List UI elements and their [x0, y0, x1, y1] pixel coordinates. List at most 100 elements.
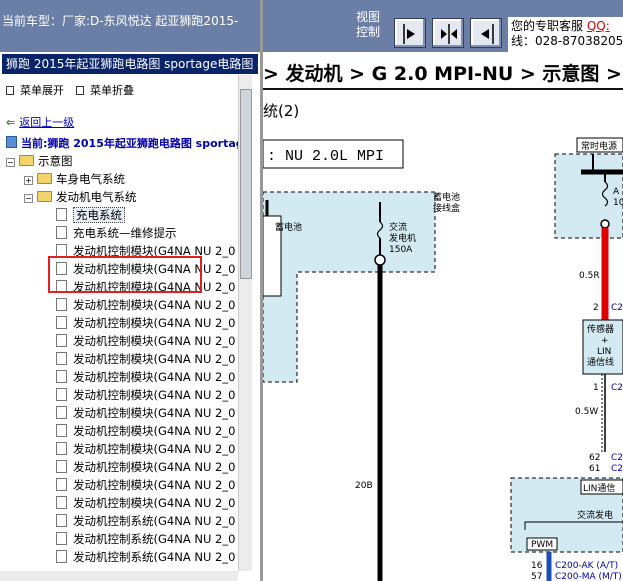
- tree-item[interactable]: 发动机控制模块(G4NA NU 2_0: [56, 440, 235, 458]
- expand-all-button[interactable]: 菜单展开: [6, 82, 64, 98]
- tree-item-label: 充电系统—维修提示: [73, 226, 177, 240]
- tree-item-label: 发动机控制模块(G4NA NU 2_0: [73, 478, 236, 492]
- tree-item[interactable]: 发动机控制模块(G4NA NU 2_0: [56, 404, 235, 422]
- expand-all-label: 菜单展开: [20, 84, 64, 97]
- tree-item-label: 发动机控制模块(G4NA NU 2_0: [73, 406, 236, 420]
- scrollbar-thumb[interactable]: [240, 89, 252, 279]
- page-icon: [56, 406, 67, 419]
- top-toolbar: 当前车型：厂家:D-东风悦达 起亚狮跑2015- 视图 控制 您的专职客服 QQ…: [0, 0, 623, 52]
- collapse-toggle-icon[interactable]: −: [6, 158, 15, 167]
- tree-item-label: 发动机控制模块(G4NA NU 2_0: [73, 316, 236, 330]
- prev-button[interactable]: [470, 18, 502, 48]
- page-icon: [56, 226, 67, 239]
- tree-item-label: 发动机控制模块(G4NA NU 2_0: [73, 334, 236, 348]
- current-path: 当前:狮跑 2015年起亚狮跑电路图 sportage: [6, 135, 251, 151]
- page-icon: [56, 532, 67, 545]
- tree-item-label: 发动机控制模块(G4NA NU 2_0: [73, 298, 236, 312]
- alternator-label: 交流发电: [577, 509, 613, 521]
- engine-label: : NU 2.0L MPI: [267, 148, 384, 165]
- folder-open-icon: [19, 155, 34, 166]
- current-path-label: 当前:狮跑 2015年起亚狮跑电路图 sportage: [21, 137, 252, 150]
- tree-item-label: 发动机控制系统(G4NA NU 2_0: [73, 550, 236, 564]
- fit-page-button[interactable]: [432, 18, 464, 48]
- folder-open-icon: [37, 191, 52, 202]
- connector-c200-ak: C200-AK (A/T): [555, 561, 618, 571]
- fit-width-button[interactable]: [394, 18, 426, 48]
- tree-item[interactable]: 发动机控制系统(G4NA NU 2_0: [56, 512, 235, 530]
- collapse-all-label: 菜单折叠: [90, 84, 134, 97]
- c2-label-3: C2: [611, 453, 623, 463]
- document-icon: [6, 136, 17, 148]
- tree-item-charging-repair[interactable]: 充电系统—维修提示: [56, 224, 177, 242]
- tree-item[interactable]: 发动机控制模块(G4NA NU 2_0: [56, 296, 235, 314]
- tree-item[interactable]: 发动机控制系统(G4NA NU 2_0: [56, 548, 235, 566]
- tree-item[interactable]: 发动机控制模块(G4NA NU 2_0: [56, 368, 235, 386]
- page-icon: [56, 352, 67, 365]
- horizontal-scrollbar[interactable]: [0, 571, 238, 581]
- wiring-diagram-pane[interactable]: > 发动机 > G 2.0 MPI-NU > 示意图 > 统(2) : NU 2…: [263, 52, 623, 581]
- service-phone: 线：028-87038205: [511, 34, 623, 48]
- sensor-label-4: 通信线: [587, 356, 614, 368]
- tree-item[interactable]: 发动机控制模块(G4NA NU 2_0: [56, 386, 235, 404]
- service-label: 您的专职客服: [511, 19, 584, 33]
- vertical-scrollbar[interactable]: [238, 75, 252, 571]
- battery-junction-label-2: 接线盒: [433, 202, 460, 214]
- tree-node-label: 车身电气系统: [56, 172, 125, 186]
- tree-node-body-electrical[interactable]: + 车身电气系统: [24, 170, 125, 188]
- service-qq-link[interactable]: QQ:: [587, 19, 610, 33]
- pin-16: 16: [531, 561, 543, 571]
- page-icon: [56, 334, 67, 347]
- c2-label-4: C2: [611, 464, 623, 474]
- hot-at-all-times-label: 常时电源: [581, 140, 617, 152]
- wire-0.5R-label: 0.5R: [579, 271, 600, 281]
- battery-junction-label-1: 蓄电池: [433, 191, 460, 203]
- page-icon: [56, 514, 67, 527]
- pin-2: 2: [593, 303, 599, 313]
- tree-item[interactable]: 发动机控制模块(G4NA NU 2_0: [56, 458, 235, 476]
- tree-item[interactable]: 发动机控制模块(G4NA NU 2_0: [56, 476, 235, 494]
- tree-item[interactable]: 发动机控制系统(G4NA NU 2_0: [56, 530, 235, 548]
- expand-toggle-icon[interactable]: +: [24, 176, 33, 185]
- sensor-label-1: 传感器: [587, 323, 614, 335]
- tree-node-label: 示意图: [38, 154, 73, 168]
- tree-item[interactable]: 发动机控制模块(G4NA NU 2_0: [56, 494, 235, 512]
- battery-label: 蓄电池: [275, 221, 302, 233]
- page-icon: [56, 550, 67, 563]
- tree-item-label: 发动机控制模块(G4NA NU 2_0: [73, 388, 236, 402]
- wire-20B-label: 20B: [355, 481, 373, 491]
- sensor-label-2: +: [601, 336, 609, 346]
- back-arrow-icon: ⇐: [6, 116, 16, 129]
- tree-node-engine-electrical[interactable]: − 发动机电气系统: [24, 188, 137, 206]
- tree-item[interactable]: 发动机控制模块(G4NA NU 2_0: [56, 314, 235, 332]
- page-icon: [56, 370, 67, 383]
- back-link-label: 返回上一级: [19, 116, 75, 129]
- sensor-label-3: LIN: [597, 347, 611, 357]
- tree-item-label: 充电系统: [73, 207, 125, 223]
- menu-expand-icon: [6, 86, 14, 95]
- customer-service-box: 您的专职客服 QQ: 线：028-87038205: [508, 17, 623, 52]
- menu-collapse-icon: [76, 86, 84, 95]
- view-control-label: 视图 控制: [356, 10, 380, 40]
- c2-label-1: C2: [611, 303, 623, 313]
- current-vehicle-label: 当前车型：厂家:D-东风悦达 起亚狮跑2015-: [2, 14, 239, 28]
- selection-highlight-box: [48, 256, 202, 293]
- panel-splitter[interactable]: [260, 0, 263, 581]
- tree-item-label: 发动机控制模块(G4NA NU 2_0: [73, 370, 236, 384]
- page-icon: [56, 298, 67, 311]
- collapse-all-button[interactable]: 菜单折叠: [76, 82, 134, 98]
- back-link[interactable]: ⇐ 返回上一级: [6, 114, 74, 130]
- tree-item[interactable]: 发动机控制模块(G4NA NU 2_0: [56, 332, 235, 350]
- tree-item-label: 发动机控制模块(G4NA NU 2_0: [73, 424, 236, 438]
- tree-item-charging-system[interactable]: 充电系统: [56, 206, 125, 224]
- page-icon: [56, 424, 67, 437]
- app-window: 当前车型：厂家:D-东风悦达 起亚狮跑2015- 视图 控制 您的专职客服 QQ…: [0, 0, 623, 581]
- pin-61: 61: [589, 464, 600, 474]
- page-icon: [56, 478, 67, 491]
- alt-fuse-label-3: 150A: [389, 245, 413, 255]
- tree-item[interactable]: 发动机控制模块(G4NA NU 2_0: [56, 422, 235, 440]
- tree-item-label: 发动机控制模块(G4NA NU 2_0: [73, 460, 236, 474]
- tree-item[interactable]: 发动机控制模块(G4NA NU 2_0: [56, 350, 235, 368]
- tree-node-root[interactable]: − 示意图: [6, 152, 73, 170]
- collapse-toggle-icon[interactable]: −: [24, 194, 33, 203]
- fit-page-icon: [441, 24, 457, 44]
